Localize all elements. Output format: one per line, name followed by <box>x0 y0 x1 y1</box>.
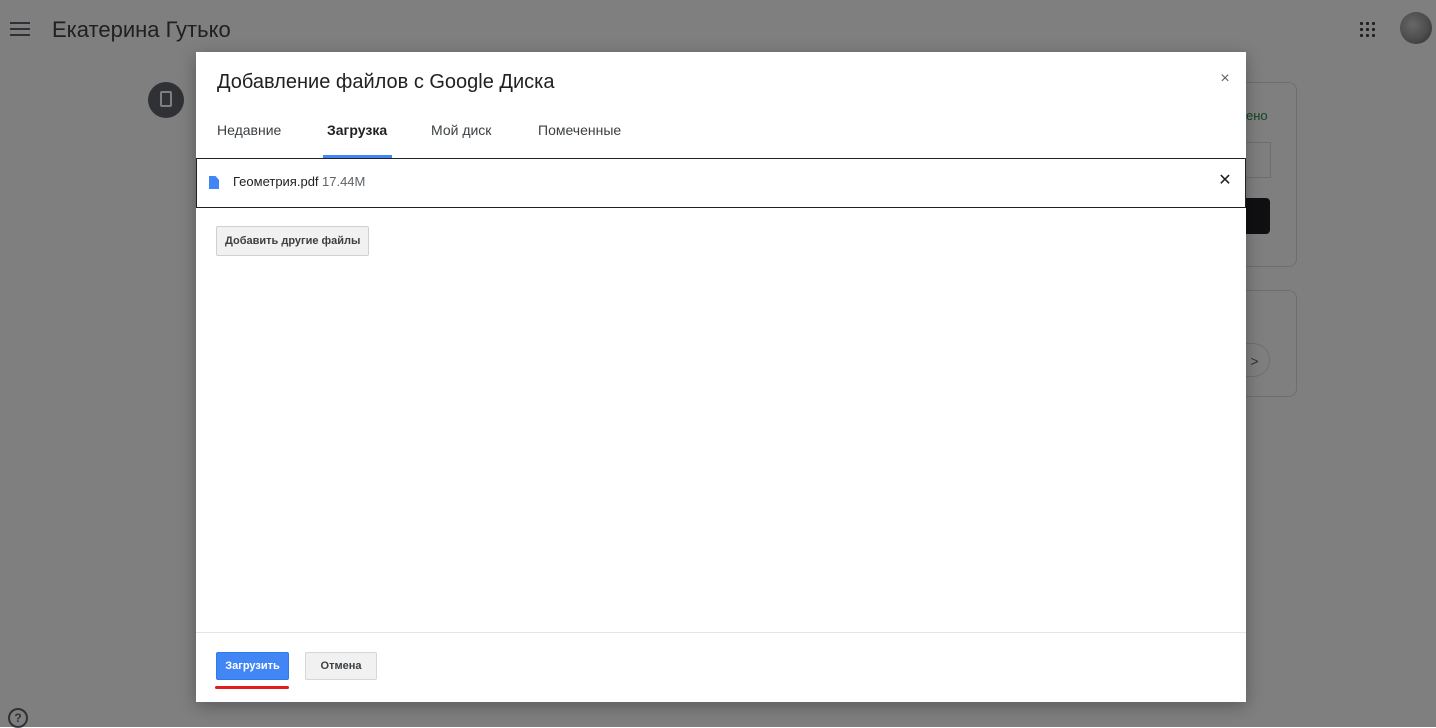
tab-my-drive[interactable]: Мой диск <box>431 122 491 138</box>
tab-bar: Недавние Загрузка Мой диск Помеченные <box>196 110 1246 158</box>
tab-recent[interactable]: Недавние <box>217 122 281 138</box>
footer-divider <box>196 632 1246 633</box>
annotation-underline <box>215 686 289 689</box>
tab-starred[interactable]: Помеченные <box>538 122 621 138</box>
file-size: 17.44M <box>322 174 366 189</box>
file-doc-icon <box>209 176 219 189</box>
upload-file-row: Геометрия.pdf 17.44M ✕ <box>196 158 1246 208</box>
dialog-title: Добавление файлов с Google Диска <box>217 71 555 93</box>
upload-button[interactable]: Загрузить <box>216 652 289 680</box>
tab-upload[interactable]: Загрузка <box>327 122 387 138</box>
cancel-button[interactable]: Отмена <box>305 652 377 680</box>
drive-picker-dialog: Добавление файлов с Google Диска × Недав… <box>196 52 1246 702</box>
close-icon[interactable]: × <box>1215 69 1235 89</box>
add-more-files-button[interactable]: Добавить другие файлы <box>216 226 370 256</box>
file-name: Геометрия.pdf <box>233 174 319 189</box>
remove-file-icon[interactable]: ✕ <box>1215 171 1235 191</box>
